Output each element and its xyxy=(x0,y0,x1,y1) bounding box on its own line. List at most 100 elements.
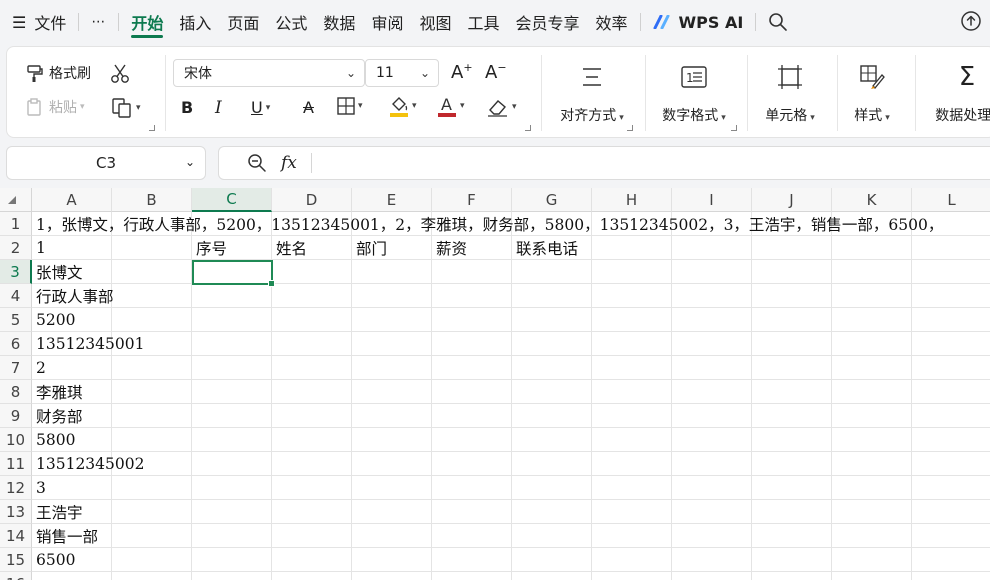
cell-a11[interactable]: 13512345002 xyxy=(32,452,144,476)
insert-function-button[interactable]: fx xyxy=(281,153,297,173)
column-header-c[interactable]: C xyxy=(192,188,272,212)
cell-a14[interactable]: 销售一部 xyxy=(32,524,98,548)
paste-button[interactable]: 粘贴 ▾ xyxy=(25,97,85,117)
column-header-h[interactable]: H xyxy=(592,188,672,212)
row-header-15[interactable]: 15 xyxy=(0,548,32,572)
column-header-i[interactable]: I xyxy=(672,188,752,212)
copy-button[interactable]: ▾ xyxy=(111,97,141,119)
tab-efficiency[interactable]: 效率 xyxy=(588,0,636,44)
tab-data[interactable]: 数据 xyxy=(315,0,363,44)
row-header-11[interactable]: 11 xyxy=(0,452,32,476)
row-header-13[interactable]: 13 xyxy=(0,500,32,524)
tab-insert[interactable]: 插入 xyxy=(171,0,219,44)
grid-line xyxy=(431,212,432,580)
chevron-down-icon: ▾ xyxy=(619,113,624,123)
row-header-7[interactable]: 7 xyxy=(0,356,32,380)
column-header-e[interactable]: E xyxy=(352,188,432,212)
increase-font-button[interactable]: A+ xyxy=(451,61,473,83)
cell-a13[interactable]: 王浩宇 xyxy=(32,500,83,524)
strikethrough-button[interactable]: A xyxy=(303,98,314,117)
tab-formula[interactable]: 公式 xyxy=(267,0,315,44)
row-header-5[interactable]: 5 xyxy=(0,308,32,332)
column-header-b[interactable]: B xyxy=(112,188,192,212)
selected-cell-c3[interactable] xyxy=(192,260,275,287)
tab-tools[interactable]: 工具 xyxy=(459,0,507,44)
file-menu[interactable]: ☰ 文件 xyxy=(0,0,74,44)
cell-e2[interactable]: 部门 xyxy=(352,236,387,260)
tab-view[interactable]: 视图 xyxy=(411,0,459,44)
data-process-button[interactable]: Σ 数据处理▾ xyxy=(917,57,990,125)
cell-a6[interactable]: 13512345001 xyxy=(32,332,144,356)
clear-format-button[interactable]: ▾ xyxy=(487,97,517,117)
cell-f2[interactable]: 薪资 xyxy=(432,236,467,260)
cloud-sync-button[interactable] xyxy=(960,10,982,36)
row-header-6[interactable]: 6 xyxy=(0,332,32,356)
tab-member[interactable]: 会员专享 xyxy=(507,0,587,44)
cell-g2[interactable]: 联系电话 xyxy=(512,236,578,260)
cell-a9[interactable]: 财务部 xyxy=(32,404,83,428)
format-painter-button[interactable]: 格式刷 xyxy=(25,63,91,83)
cell-a5[interactable]: 5200 xyxy=(32,308,75,332)
column-header-g[interactable]: G xyxy=(512,188,592,212)
row-header-1[interactable]: 1 xyxy=(0,212,32,236)
cell-a12[interactable]: 3 xyxy=(32,476,46,500)
cut-button[interactable] xyxy=(109,63,131,85)
spreadsheet-grid[interactable]: ABCDEFGHIJKL123456789101112131415161，张博文… xyxy=(0,188,990,580)
select-all-button[interactable] xyxy=(0,188,32,212)
font-size-select[interactable]: 11 ⌄ xyxy=(365,59,439,87)
number-format-button[interactable]: 1 数字格式 ▾ xyxy=(649,57,739,125)
cell-d2[interactable]: 姓名 xyxy=(272,236,307,260)
clipboard-expand-icon[interactable] xyxy=(149,125,155,131)
align-expand-icon[interactable] xyxy=(627,125,633,131)
tab-page[interactable]: 页面 xyxy=(219,0,267,44)
cell-a3[interactable]: 张博文 xyxy=(32,260,83,284)
cell-a10[interactable]: 5800 xyxy=(32,428,75,452)
row-header-2[interactable]: 2 xyxy=(0,236,32,260)
column-header-a[interactable]: A xyxy=(32,188,112,212)
underline-button[interactable]: U ▾ xyxy=(251,98,270,117)
row-header-9[interactable]: 9 xyxy=(0,404,32,428)
column-header-j[interactable]: J xyxy=(752,188,832,212)
font-color-button[interactable]: A ▾ xyxy=(437,95,465,117)
font-name-select[interactable]: 宋体 ⌄ xyxy=(173,59,365,87)
style-button[interactable]: 样式 ▾ xyxy=(827,57,917,125)
column-header-l[interactable]: L xyxy=(912,188,990,212)
row-header-3[interactable]: 3 xyxy=(0,260,32,284)
cell-a15[interactable]: 6500 xyxy=(32,548,75,572)
column-header-d[interactable]: D xyxy=(272,188,352,212)
cell-a8[interactable]: 李雅琪 xyxy=(32,380,83,404)
column-header-f[interactable]: F xyxy=(432,188,512,212)
row-header-8[interactable]: 8 xyxy=(0,380,32,404)
cell-a4[interactable]: 行政人事部 xyxy=(32,284,114,308)
row-header-4[interactable]: 4 xyxy=(0,284,32,308)
cell-c2[interactable]: 序号 xyxy=(192,236,227,260)
italic-button[interactable]: I xyxy=(215,98,222,118)
border-button[interactable]: ▾ xyxy=(337,97,363,115)
align-button[interactable]: 对齐方式 ▾ xyxy=(547,57,637,125)
wps-ai-button[interactable]: WPS AI xyxy=(645,0,752,44)
row-header-10[interactable]: 10 xyxy=(0,428,32,452)
row-header-16[interactable]: 16 xyxy=(0,572,32,580)
grid-line xyxy=(591,212,592,580)
search-button[interactable] xyxy=(760,0,796,44)
bold-button[interactable]: B xyxy=(181,98,193,117)
row-header-14[interactable]: 14 xyxy=(0,524,32,548)
italic-icon: I xyxy=(215,98,222,118)
tab-home[interactable]: 开始 xyxy=(123,0,171,44)
row-header-12[interactable]: 12 xyxy=(0,476,32,500)
column-header-k[interactable]: K xyxy=(832,188,912,212)
chevron-down-icon: ▾ xyxy=(512,102,517,112)
zoom-formula-button[interactable] xyxy=(247,153,267,173)
cell-button[interactable]: 单元格 ▾ xyxy=(745,57,835,125)
font-expand-icon[interactable] xyxy=(525,125,531,131)
name-box[interactable]: C3 ⌄ xyxy=(6,146,206,180)
tab-review[interactable]: 审阅 xyxy=(363,0,411,44)
decrease-font-button[interactable]: A− xyxy=(485,61,507,83)
cell-a1[interactable]: 1，张博文，行政人事部，5200，13512345001，2，李雅琪，财务部，5… xyxy=(32,212,943,236)
cell-a7[interactable]: 2 xyxy=(32,356,46,380)
number-expand-icon[interactable] xyxy=(731,125,737,131)
search-icon xyxy=(769,13,788,31)
fill-color-button[interactable]: ▾ xyxy=(389,95,417,117)
cell-a2[interactable]: 1 xyxy=(32,236,46,260)
more-menu-button[interactable]: ⋯ xyxy=(83,0,114,44)
